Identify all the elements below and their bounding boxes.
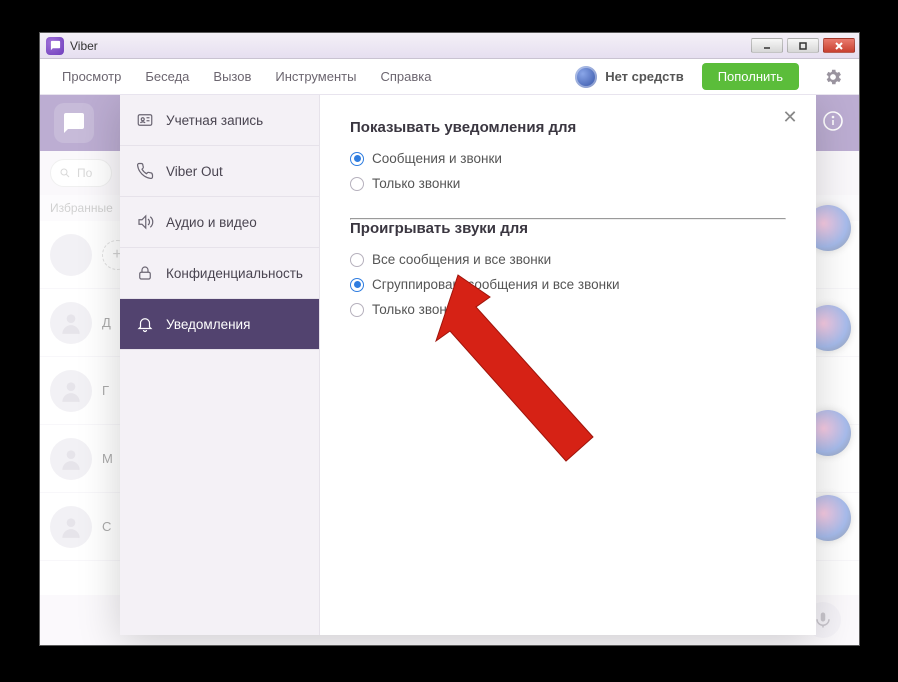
menu-view[interactable]: Просмотр xyxy=(50,63,133,90)
radio-grouped-messages-calls[interactable]: Сгруппирован. сообщения и все звонки xyxy=(350,272,786,297)
avatar xyxy=(50,370,92,412)
avatar xyxy=(50,438,92,480)
close-modal-button[interactable]: ✕ xyxy=(778,105,802,129)
maximize-button[interactable] xyxy=(787,38,819,53)
sidebar-item-audiovideo[interactable]: Аудио и видео xyxy=(120,197,319,248)
chats-icon[interactable] xyxy=(54,103,94,143)
window-controls xyxy=(751,38,855,53)
menu-call[interactable]: Вызов xyxy=(201,63,263,90)
radio-label: Все сообщения и все звонки xyxy=(372,252,551,267)
sidebar-item-notifications[interactable]: Уведомления xyxy=(120,299,319,350)
section-show-notifications: Показывать уведомления для Сообщения и з… xyxy=(350,119,786,196)
close-button[interactable] xyxy=(823,38,855,53)
radio-label: Сообщения и звонки xyxy=(372,151,502,166)
search-input[interactable]: По xyxy=(50,159,112,187)
settings-modal: Учетная запись Viber Out Аудио и видео К… xyxy=(120,95,816,635)
search-icon xyxy=(59,167,71,179)
avatar[interactable] xyxy=(50,234,92,276)
contact-initial: С xyxy=(102,519,111,534)
radio-calls-only[interactable]: Только звонки xyxy=(350,171,786,196)
menu-tools[interactable]: Инструменты xyxy=(263,63,368,90)
contact-initial: М xyxy=(102,451,113,466)
sidebar-item-label: Уведомления xyxy=(166,317,250,332)
lock-icon xyxy=(136,264,154,282)
background-layer: По Избранные + Д Г М С xyxy=(40,95,859,645)
contact-initial: Д xyxy=(102,315,111,330)
radio-icon xyxy=(350,253,364,267)
section-play-sounds: Проигрывать звуки для Все сообщения и вс… xyxy=(350,220,786,322)
topup-button[interactable]: Пополнить xyxy=(702,63,799,90)
app-window: Viber Просмотр Беседа Вызов Инструменты … xyxy=(39,32,860,646)
sidebar-item-label: Viber Out xyxy=(166,164,223,179)
radio-icon xyxy=(350,278,364,292)
avatar xyxy=(50,302,92,344)
sidebar-item-account[interactable]: Учетная запись xyxy=(120,95,319,146)
mic-icon xyxy=(814,611,832,629)
bell-icon xyxy=(136,315,154,333)
radio-label: Только звонки xyxy=(372,302,460,317)
radio-label: Сгруппирован. сообщения и все звонки xyxy=(372,277,620,292)
phone-out-icon xyxy=(136,162,154,180)
window-title: Viber xyxy=(70,39,751,53)
balance-label: Нет средств xyxy=(605,69,684,84)
section-title: Проигрывать звуки для xyxy=(350,220,786,237)
settings-gear-button[interactable] xyxy=(817,61,849,93)
balance-area: Нет средств Пополнить xyxy=(575,61,849,93)
close-icon: ✕ xyxy=(782,107,797,128)
radio-icon xyxy=(350,152,364,166)
title-bar: Viber xyxy=(40,33,859,59)
radio-icon xyxy=(350,177,364,191)
sidebar-item-viberout[interactable]: Viber Out xyxy=(120,146,319,197)
id-card-icon xyxy=(136,111,154,129)
menu-bar: Просмотр Беседа Вызов Инструменты Справк… xyxy=(40,59,859,95)
menu-chat[interactable]: Беседа xyxy=(133,63,201,90)
radio-all-messages-calls[interactable]: Все сообщения и все звонки xyxy=(350,247,786,272)
settings-sidebar: Учетная запись Viber Out Аудио и видео К… xyxy=(120,95,320,635)
sidebar-item-label: Учетная запись xyxy=(166,113,263,128)
minimize-button[interactable] xyxy=(751,38,783,53)
sidebar-item-label: Конфиденциальность xyxy=(166,266,303,281)
search-placeholder: По xyxy=(77,166,92,180)
radio-icon xyxy=(350,303,364,317)
viber-app-icon xyxy=(46,37,64,55)
contact-initial: Г xyxy=(102,383,109,398)
gear-icon xyxy=(823,67,843,87)
sidebar-item-label: Аудио и видео xyxy=(166,215,257,230)
radio-sounds-calls-only[interactable]: Только звонки xyxy=(350,297,786,322)
radio-messages-and-calls[interactable]: Сообщения и звонки xyxy=(350,146,786,171)
speaker-icon xyxy=(136,213,154,231)
sidebar-item-privacy[interactable]: Конфиденциальность xyxy=(120,248,319,299)
avatar xyxy=(50,506,92,548)
radio-label: Только звонки xyxy=(372,176,460,191)
globe-icon xyxy=(575,66,597,88)
menu-help[interactable]: Справка xyxy=(368,63,443,90)
settings-body: ✕ Показывать уведомления для Сообщения и… xyxy=(320,95,816,635)
info-icon[interactable] xyxy=(821,109,845,138)
section-title: Показывать уведомления для xyxy=(350,119,786,136)
